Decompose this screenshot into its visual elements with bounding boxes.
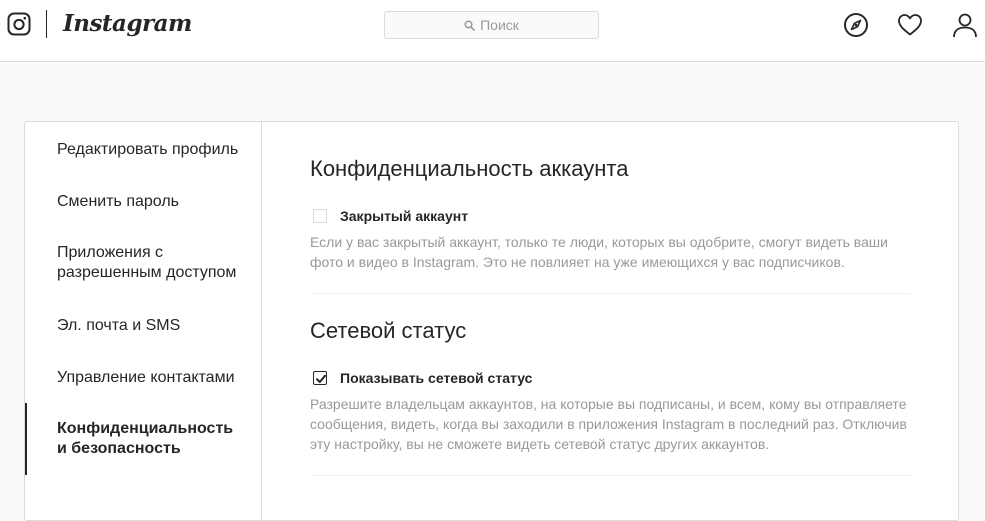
- sidebar-item-edit-profile[interactable]: Редактировать профиль: [25, 140, 261, 160]
- compass-icon[interactable]: [843, 12, 869, 38]
- search-icon: [464, 19, 475, 31]
- section-divider: [310, 293, 910, 294]
- sidebar-item-manage-contacts[interactable]: Управление контактами: [25, 368, 261, 388]
- activity-status-description: Разрешите владельцам аккаунтов, на котор…: [310, 396, 907, 452]
- private-account-toggle[interactable]: Закрытый аккаунт: [313, 207, 468, 225]
- activity-status-label: Показывать сетевой статус: [340, 370, 533, 386]
- private-account-description: Если у вас закрытый аккаунт, только те л…: [310, 234, 888, 270]
- activity-status-checkbox[interactable]: [313, 371, 327, 385]
- activity-status-toggle[interactable]: Показывать сетевой статус: [313, 369, 532, 387]
- heart-icon[interactable]: [897, 12, 923, 38]
- instagram-logo-icon[interactable]: [7, 12, 31, 36]
- instagram-wordmark[interactable]: Instagram: [63, 8, 192, 40]
- sidebar-item-change-password[interactable]: Сменить пароль: [25, 192, 261, 212]
- top-navigation-bar: Instagram Поиск: [0, 0, 985, 62]
- logo-divider: [46, 10, 47, 38]
- settings-sidebar: Редактировать профиль Сменить пароль При…: [25, 122, 262, 520]
- private-account-label: Закрытый аккаунт: [340, 208, 469, 224]
- private-account-checkbox[interactable]: [313, 209, 327, 223]
- sidebar-item-authorized-apps[interactable]: Приложения с разрешенным доступом: [25, 243, 245, 283]
- section-title-account-privacy: Конфиденциальность аккаунта: [310, 156, 629, 181]
- profile-icon[interactable]: [952, 12, 978, 38]
- section-title-activity-status: Сетевой статус: [310, 318, 467, 343]
- search-input[interactable]: Поиск: [384, 11, 599, 39]
- sidebar-item-email-sms[interactable]: Эл. почта и SMS: [25, 316, 261, 336]
- checkmark-icon: [316, 374, 326, 383]
- settings-card: Редактировать профиль Сменить пароль При…: [24, 121, 959, 521]
- section-divider: [310, 475, 910, 476]
- search-placeholder: Поиск: [480, 17, 519, 33]
- sidebar-item-privacy-security[interactable]: Конфиденциальность и безопасность: [25, 403, 245, 475]
